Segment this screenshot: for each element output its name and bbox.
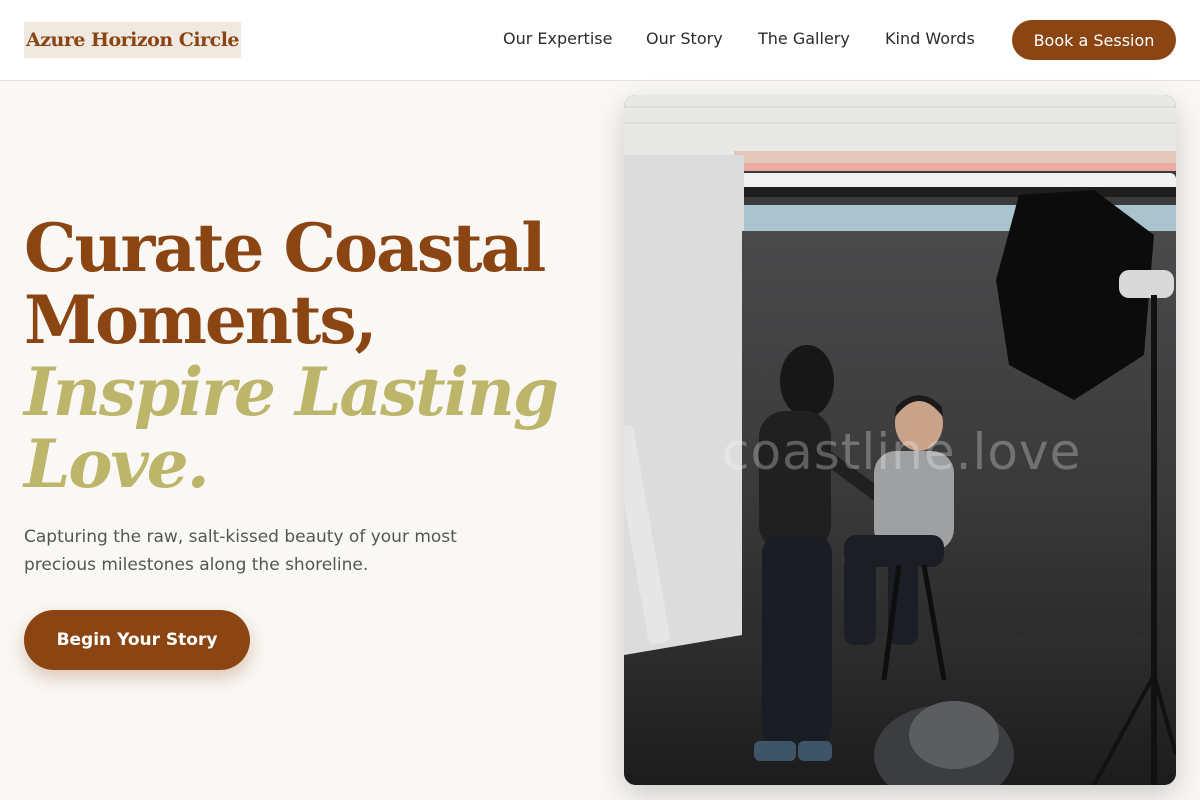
- hero-subtitle: Capturing the raw, salt-kissed beauty of…: [24, 527, 457, 575]
- site-header: Azure Horizon Circle Our Expertise Our S…: [0, 0, 1200, 81]
- nav-link-kind-words[interactable]: Kind Words: [885, 29, 975, 51]
- headline-accent-line-2: Love.: [24, 425, 210, 503]
- photo-watermark: coastline.love: [722, 423, 1082, 481]
- nav-link-the-gallery[interactable]: The Gallery: [758, 29, 850, 51]
- hero-photo: coastline.love: [624, 95, 1176, 785]
- headline-line-1: Curate Coastal: [24, 209, 546, 287]
- hero-headline: Curate Coastal Moments, Inspire Lasting …: [24, 212, 584, 500]
- book-session-button[interactable]: Book a Session: [1012, 20, 1176, 60]
- brand-logo[interactable]: Azure Horizon Circle: [24, 22, 241, 58]
- nav-link-our-expertise[interactable]: Our Expertise: [503, 29, 612, 51]
- begin-story-button[interactable]: Begin Your Story: [24, 610, 250, 670]
- nav-link-our-story[interactable]: Our Story: [646, 29, 723, 51]
- headline-accent-line-1: Inspire Lasting: [24, 353, 559, 431]
- headline-line-2: Moments,: [24, 281, 378, 359]
